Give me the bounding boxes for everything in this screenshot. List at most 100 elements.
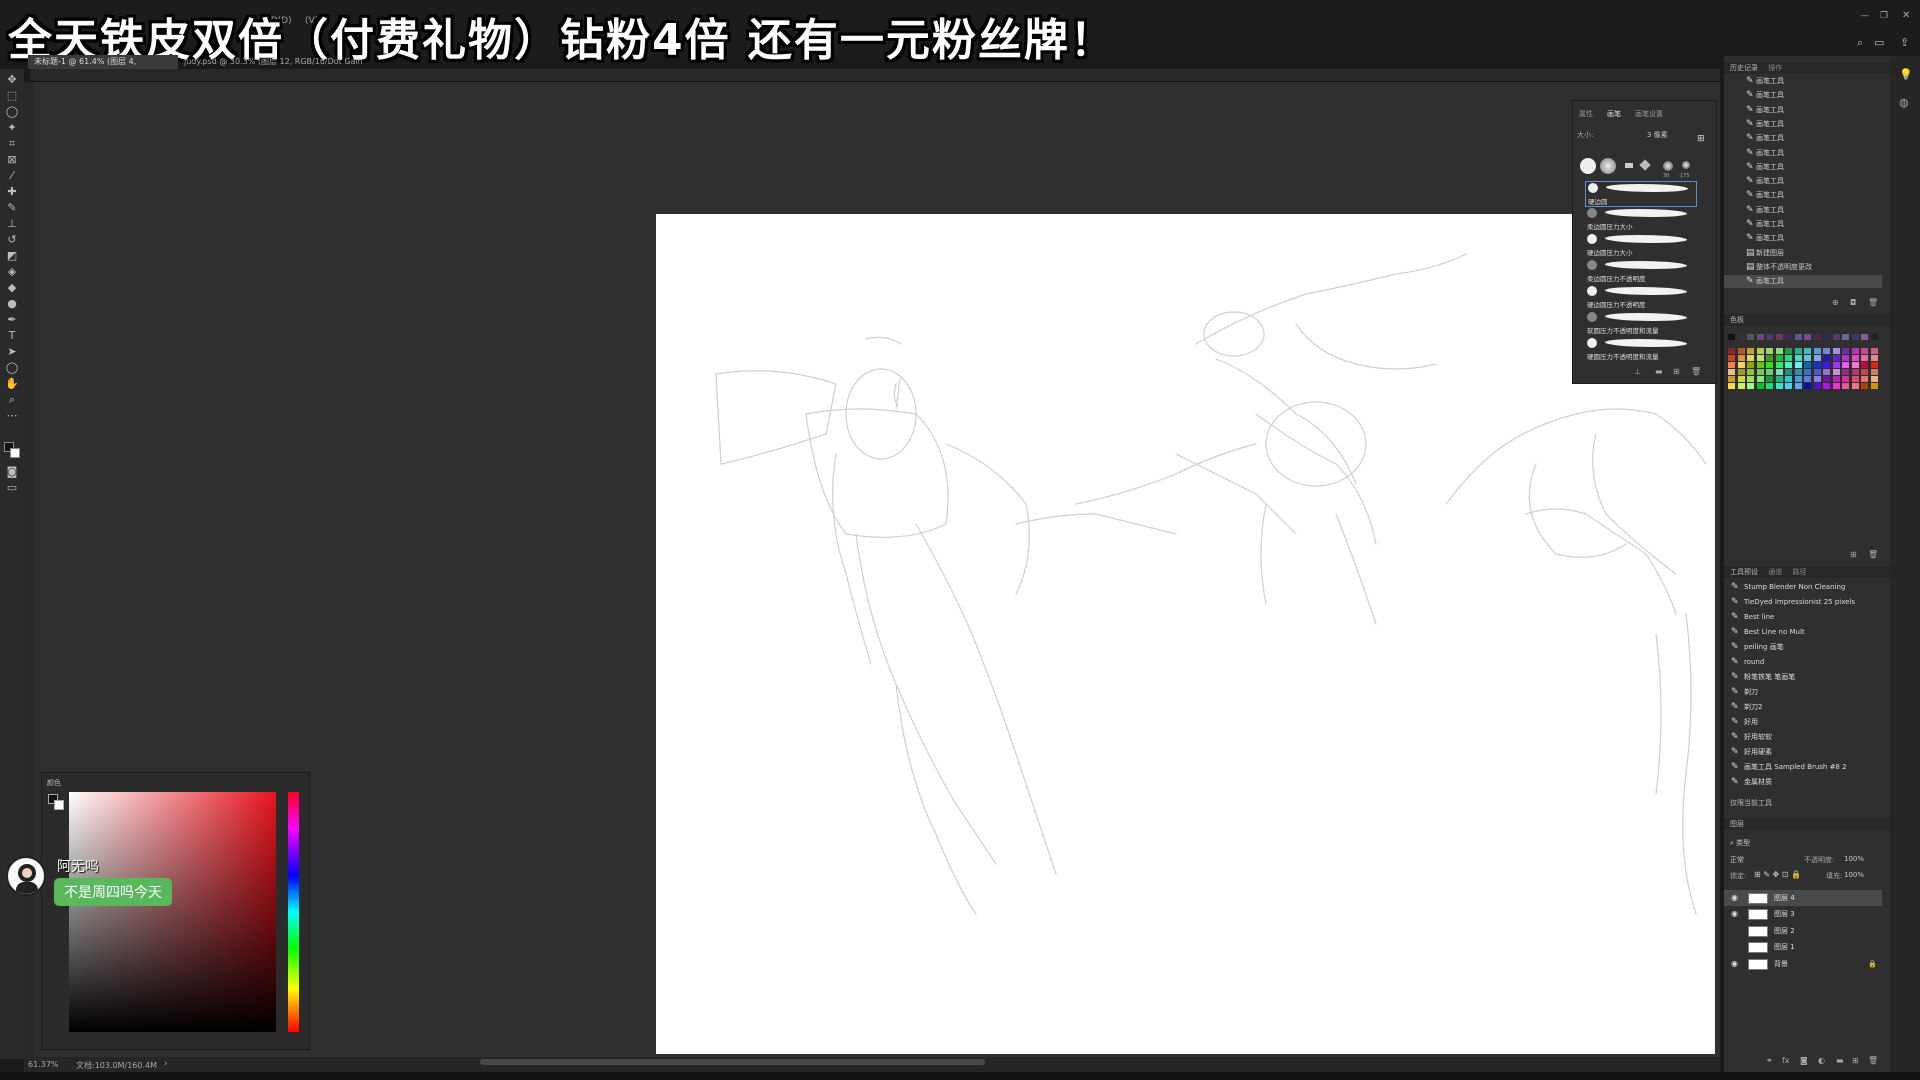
color-swatch[interactable] — [1832, 369, 1840, 375]
color-swatch[interactable] — [1832, 383, 1840, 389]
document-tab[interactable]: judy.psd @ 30.3% (图层 12, RGB/16/Dot Gain… — [178, 55, 388, 80]
new-swatch-icon[interactable]: ⊞ — [1850, 550, 1857, 559]
background-color-swatch[interactable] — [54, 800, 64, 810]
history-item[interactable]: ✎ 画笔工具 — [1724, 75, 1882, 88]
color-swatch[interactable] — [1813, 376, 1821, 382]
tab-brushes[interactable]: 画笔 — [1607, 109, 1621, 119]
color-swatch[interactable] — [1794, 348, 1802, 354]
color-swatch[interactable] — [1861, 383, 1868, 389]
drawing-canvas[interactable] — [656, 214, 1715, 1054]
color-swatch[interactable] — [1842, 334, 1849, 340]
brush-tip-soft-30[interactable] — [1663, 161, 1673, 171]
fill-input[interactable]: 100% — [1844, 871, 1864, 879]
brush-tip-soft-round[interactable] — [1600, 158, 1616, 174]
color-swatch[interactable] — [1842, 362, 1849, 368]
trash-icon[interactable]: 🗑 — [1691, 367, 1701, 376]
color-swatch[interactable] — [1851, 376, 1859, 382]
color-swatch[interactable] — [1813, 362, 1821, 368]
color-swatch[interactable] — [1737, 383, 1745, 389]
visibility-eye-icon[interactable]: ◉ — [1731, 890, 1738, 906]
color-swatch[interactable] — [1851, 369, 1859, 375]
blur-tool-icon[interactable]: ◆ — [5, 281, 19, 295]
color-swatch[interactable] — [1851, 383, 1859, 389]
adjustments-icon[interactable]: ◍ — [1899, 96, 1909, 109]
tab-history[interactable]: 历史记录 — [1730, 64, 1758, 72]
layer-row[interactable]: ◉ 图层 4 — [1724, 890, 1882, 906]
color-swatch[interactable] — [1851, 362, 1859, 368]
learn-icon[interactable]: 💡 — [1899, 68, 1913, 81]
color-swatch[interactable] — [1842, 369, 1849, 375]
color-swatch[interactable] — [1766, 355, 1773, 361]
color-swatch[interactable] — [1861, 355, 1868, 361]
color-swatch[interactable] — [1794, 334, 1802, 340]
color-swatch[interactable] — [1785, 348, 1792, 354]
color-swatch[interactable] — [1756, 383, 1764, 389]
color-swatch[interactable] — [1756, 355, 1764, 361]
color-swatch[interactable] — [1766, 362, 1773, 368]
color-swatch[interactable] — [1747, 383, 1754, 389]
brush-preset-item[interactable]: 硬圆压力不透明度和流量 — [1585, 337, 1697, 363]
history-item[interactable]: ✎ 画笔工具 — [1724, 175, 1882, 188]
tool-preset-item[interactable]: ✎ Best Line no Mult — [1724, 625, 1882, 640]
tool-preset-item[interactable]: ✎ 金属材质 — [1724, 775, 1882, 790]
color-swatch[interactable] — [1728, 334, 1735, 340]
lasso-tool-icon[interactable]: ◯ — [5, 105, 19, 119]
tool-preset-item[interactable]: ✎ 画笔工具 Sampled Brush #8 2 — [1724, 760, 1882, 775]
horizontal-scrollbar[interactable] — [480, 1059, 985, 1065]
trash-icon[interactable]: 🗑 — [1868, 298, 1878, 307]
mask-icon[interactable]: ◙ — [1800, 1056, 1808, 1065]
new-layer-icon[interactable]: ⊞ — [1852, 1056, 1859, 1065]
color-swatch[interactable] — [1785, 355, 1792, 361]
snapshot-icon[interactable]: ⊕ — [1832, 298, 1839, 307]
tab-swatches[interactable]: 色板 — [1730, 316, 1744, 324]
shape-tool-icon[interactable]: ◯ — [5, 361, 19, 375]
history-item[interactable]: ▤ 新建图层 — [1724, 247, 1882, 260]
tool-preset-item[interactable]: ✎ Stump Blender Non Cleaning — [1724, 580, 1882, 595]
color-swatch[interactable] — [1832, 376, 1840, 382]
color-swatch[interactable] — [1870, 334, 1878, 340]
color-swatch[interactable] — [1728, 355, 1735, 361]
document-tab-active[interactable]: 未标题-1 @ 61.4% (图层 4, RGB/16) * — [28, 55, 178, 80]
history-item[interactable]: ✎ 画笔工具 — [1724, 89, 1882, 102]
layer-row[interactable]: ◉ 图层 3 — [1724, 906, 1882, 922]
color-swatch[interactable] — [1813, 383, 1821, 389]
color-swatch[interactable] — [1728, 362, 1735, 368]
hue-slider[interactable] — [288, 792, 299, 1032]
brush-tip-soft-175[interactable] — [1682, 161, 1690, 169]
color-swatch[interactable] — [1775, 369, 1783, 375]
brush-size-value[interactable]: 3 像素 — [1647, 130, 1668, 140]
history-item[interactable]: ✎ 画笔工具 — [1724, 161, 1882, 174]
tool-preset-item[interactable]: ✎ 剃刀 — [1724, 685, 1882, 700]
color-swatch[interactable] — [1823, 376, 1830, 382]
color-swatch[interactable] — [1832, 334, 1840, 340]
document-info[interactable]: 文档:103.0M/160.4M — [76, 1060, 157, 1071]
brush-preset-item[interactable]: 硬边圆压力不透明度 — [1585, 285, 1697, 311]
color-swatch[interactable] — [1804, 348, 1811, 354]
color-swatch[interactable] — [1832, 355, 1840, 361]
lock-icons[interactable]: ⊞ ✎ ✥ ⊡ 🔒 — [1754, 870, 1801, 879]
blend-mode-select[interactable]: 正常 — [1730, 855, 1744, 865]
tab-layers[interactable]: 图层 — [1730, 820, 1744, 828]
magic-wand-icon[interactable]: ✦ — [5, 121, 19, 135]
color-swatch[interactable] — [1785, 383, 1792, 389]
color-swatch[interactable] — [1775, 376, 1783, 382]
history-item[interactable]: ▤ 整体不透明度更改 — [1724, 261, 1882, 274]
trash-icon[interactable]: 🗑 — [1868, 1056, 1878, 1065]
brush-tip-hard-round[interactable] — [1580, 158, 1596, 174]
pen-tool-icon[interactable]: ✒ — [5, 313, 19, 327]
adjustment-icon[interactable]: ◐ — [1818, 1056, 1825, 1065]
folder-icon[interactable]: ▬ — [1655, 367, 1663, 376]
color-swatch[interactable] — [1737, 348, 1745, 354]
brush-preset-item[interactable]: 软圆压力不透明度和流量 — [1585, 311, 1697, 337]
tab-brush-settings[interactable]: 画笔设置 — [1635, 109, 1663, 119]
brush-visibility-icon[interactable]: ⟂ — [1635, 367, 1640, 377]
dodge-tool-icon[interactable]: ● — [5, 297, 19, 311]
chevron-right-icon[interactable]: › — [164, 1059, 168, 1069]
search-icon[interactable]: ⌕ — [1857, 36, 1863, 50]
tab-tool-presets[interactable]: 工具预设 — [1730, 568, 1758, 576]
color-swatch[interactable] — [1785, 369, 1792, 375]
color-swatch[interactable] — [1785, 334, 1792, 340]
brush-preset-item[interactable]: 柔边圆压力大小 — [1585, 207, 1697, 233]
color-swatch[interactable] — [1766, 334, 1773, 340]
color-swatch[interactable] — [1737, 355, 1745, 361]
